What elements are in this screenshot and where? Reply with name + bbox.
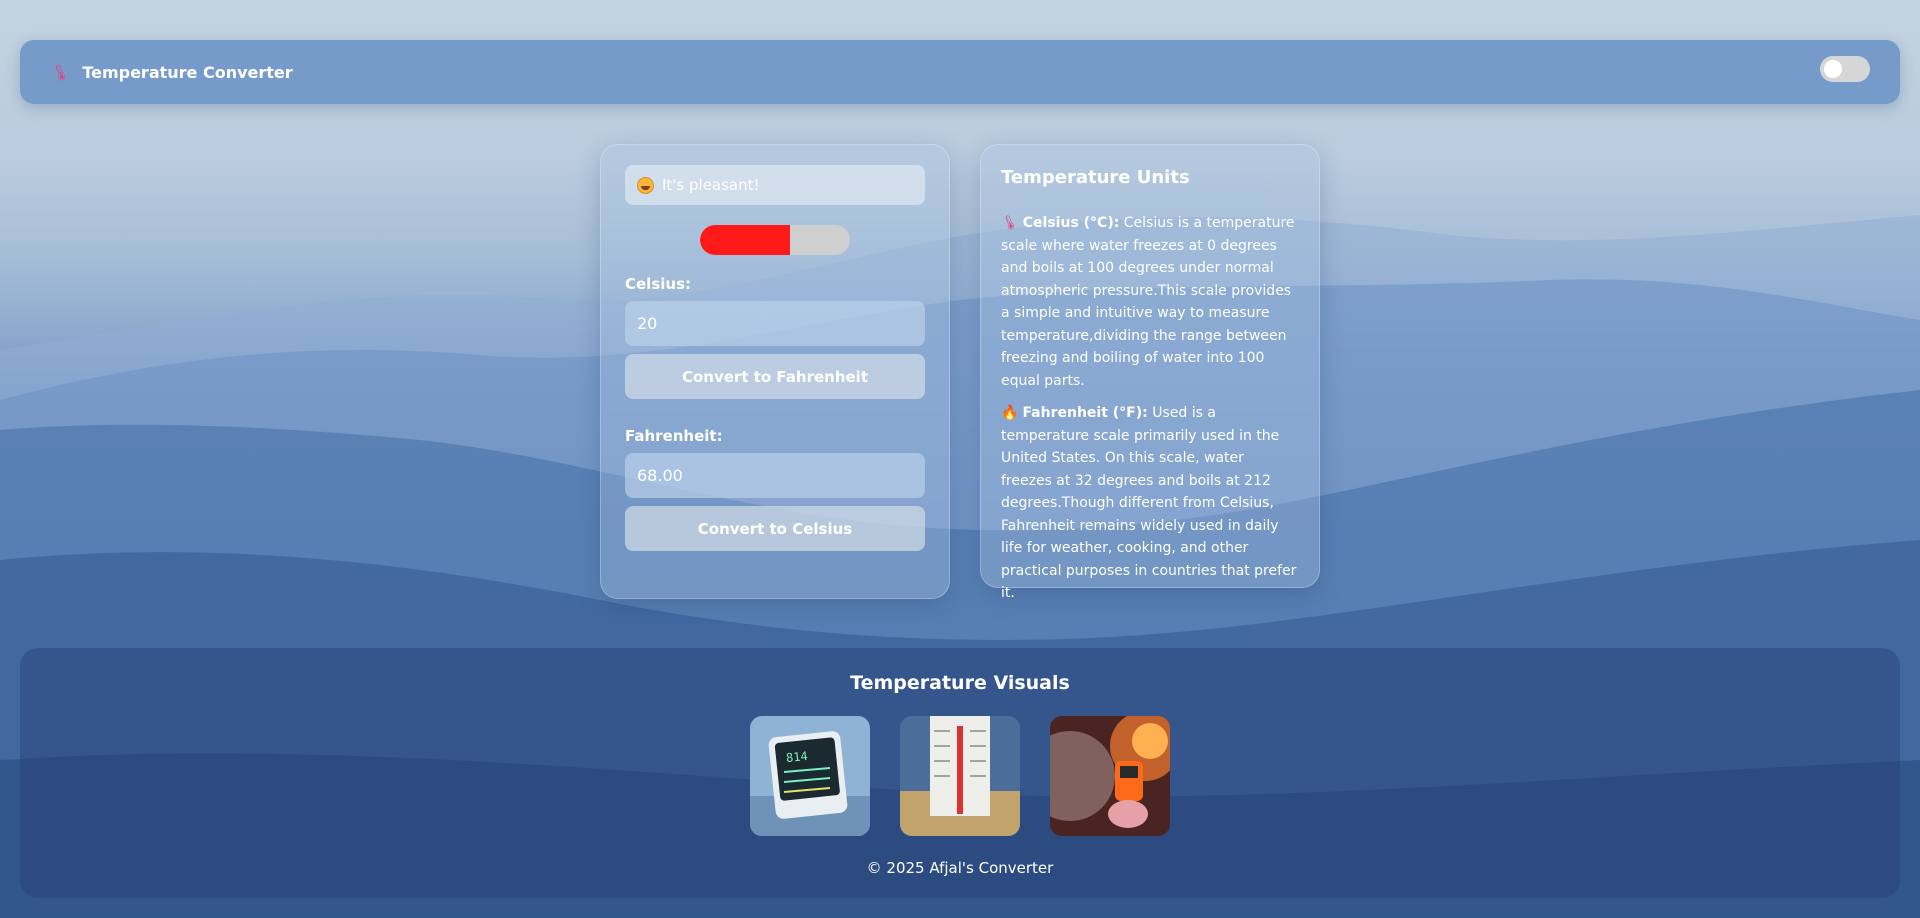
convert-to-fahrenheit-button[interactable]: Convert to Fahrenheit — [625, 354, 925, 399]
footer-copyright: © 2025 Afjal's Converter — [866, 859, 1054, 877]
top-navbar: 🌡 Temperature Converter — [20, 40, 1900, 104]
digital-thermometer-image[interactable]: 814 — [750, 716, 870, 836]
smiling-face-icon — [637, 176, 654, 194]
sand-thermometer-image[interactable] — [900, 716, 1020, 836]
converter-card: It's pleasant! Celsius: 20 Convert to Fa… — [600, 144, 950, 599]
visuals-section: Temperature Visuals 814 © 2025 Afjal's C… — [20, 648, 1900, 898]
visuals-gallery: 814 — [750, 716, 1170, 836]
svg-text:814: 814 — [785, 749, 808, 765]
thermometer-icon: 🌡 — [47, 59, 73, 85]
mood-banner: It's pleasant! — [625, 165, 925, 205]
mood-text: It's pleasant! — [662, 176, 760, 194]
celsius-description: 🌡 Celsius (°C): Celsius is a temperature … — [998, 212, 1299, 392]
fahrenheit-description: 🔥 Fahrenheit (°F): Used is a temperature … — [1001, 402, 1299, 605]
toggle-knob — [1824, 60, 1842, 78]
fahrenheit-text: Used is a temperature scale primarily us… — [1001, 405, 1297, 601]
fire-icon: 🔥 — [1001, 405, 1019, 421]
infrared-thermometer-image[interactable] — [1050, 716, 1170, 836]
celsius-input[interactable]: 20 — [625, 301, 925, 346]
thermometer-icon: 🌡 — [998, 212, 1021, 234]
info-card: Temperature Units 🌡 Celsius (°C): Celsius… — [980, 144, 1320, 601]
fahrenheit-input[interactable]: 68.00 — [625, 453, 925, 498]
gauge-fill — [700, 225, 790, 255]
fahrenheit-label: Fahrenheit: — [625, 427, 723, 445]
fahrenheit-term: Fahrenheit (°F): — [1022, 405, 1148, 421]
app-title: Temperature Converter — [82, 62, 293, 82]
celsius-text: Celsius is a temperature scale where wat… — [1001, 215, 1295, 389]
temperature-gauge — [700, 225, 850, 255]
convert-to-celsius-button[interactable]: Convert to Celsius — [625, 506, 925, 551]
celsius-value: 20 — [637, 314, 658, 333]
fahrenheit-value: 68.00 — [637, 466, 683, 485]
celsius-term: Celsius (°C): — [1022, 215, 1120, 231]
visuals-title: Temperature Visuals — [850, 672, 1070, 694]
theme-toggle[interactable] — [1820, 56, 1870, 82]
info-title: Temperature Units — [1001, 167, 1190, 188]
celsius-label: Celsius: — [625, 275, 691, 293]
